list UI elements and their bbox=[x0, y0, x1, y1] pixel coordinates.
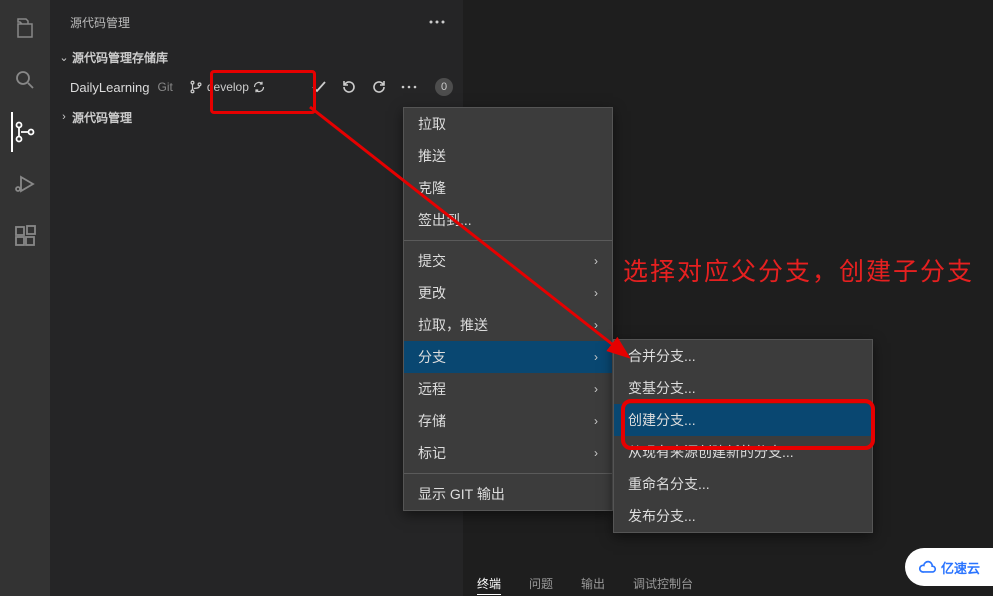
menu-tag[interactable]: 标记› bbox=[404, 437, 612, 469]
tab-output[interactable]: 输出 bbox=[581, 575, 605, 592]
extensions-icon[interactable] bbox=[11, 222, 39, 250]
submenu-create-from[interactable]: 从现有来源创建新的分支... bbox=[614, 436, 872, 468]
menu-separator bbox=[404, 240, 612, 241]
changes-count-badge: 0 bbox=[435, 78, 453, 96]
debug-icon[interactable] bbox=[11, 170, 39, 198]
chevron-down-icon: ⌄ bbox=[56, 51, 72, 64]
menu-checkout[interactable]: 签出到... bbox=[404, 204, 612, 236]
menu-commit[interactable]: 提交› bbox=[404, 245, 612, 277]
repo-name: DailyLearning bbox=[70, 80, 150, 95]
activity-bar bbox=[0, 0, 50, 596]
menu-push[interactable]: 推送 bbox=[404, 140, 612, 172]
menu-clone[interactable]: 克隆 bbox=[404, 172, 612, 204]
branch-name: develop bbox=[207, 80, 249, 94]
source-control-icon[interactable] bbox=[11, 118, 39, 146]
submenu-create-branch[interactable]: 创建分支... bbox=[614, 404, 872, 436]
menu-changes[interactable]: 更改› bbox=[404, 277, 612, 309]
sidebar-header: 源代码管理 bbox=[50, 0, 463, 44]
menu-remote[interactable]: 远程› bbox=[404, 373, 612, 405]
submenu-publish[interactable]: 发布分支... bbox=[614, 500, 872, 532]
search-icon[interactable] bbox=[11, 66, 39, 94]
submenu-rebase[interactable]: 变基分支... bbox=[614, 372, 872, 404]
submenu-merge[interactable]: 合并分支... bbox=[614, 340, 872, 372]
branch-icon bbox=[189, 80, 203, 94]
sync-icon bbox=[253, 81, 265, 93]
branch-indicator[interactable]: develop bbox=[189, 80, 265, 94]
menu-gitoutput[interactable]: 显示 GIT 输出 bbox=[404, 478, 612, 510]
tab-problems[interactable]: 问题 bbox=[529, 575, 553, 592]
tab-debug[interactable]: 调试控制台 bbox=[633, 575, 693, 592]
repo-toolbar: 0 bbox=[311, 78, 453, 96]
tab-terminal[interactable]: 终端 bbox=[477, 575, 501, 592]
watermark-badge: 亿速云 bbox=[905, 548, 993, 586]
context-menu-branch: 合并分支... 变基分支... 创建分支... 从现有来源创建新的分支... 重… bbox=[613, 339, 873, 533]
panel-tabs: 终端 问题 输出 调试控制台 bbox=[463, 570, 693, 596]
menu-separator bbox=[404, 473, 612, 474]
refresh-icon[interactable] bbox=[371, 79, 387, 95]
chevron-right-icon: › bbox=[56, 111, 72, 123]
submenu-rename[interactable]: 重命名分支... bbox=[614, 468, 872, 500]
menu-pull[interactable]: 拉取 bbox=[404, 108, 612, 140]
sidebar-title: 源代码管理 bbox=[70, 14, 130, 31]
explorer-icon[interactable] bbox=[11, 14, 39, 42]
sidebar: 源代码管理 ⌄ 源代码管理存储库 DailyLearning Git devel… bbox=[50, 0, 463, 596]
menu-stash[interactable]: 存储› bbox=[404, 405, 612, 437]
menu-branch[interactable]: 分支› bbox=[404, 341, 612, 373]
annotation-text: 选择对应父分支，创建子分支 bbox=[623, 254, 974, 290]
watermark-text: 亿速云 bbox=[941, 558, 980, 577]
check-icon[interactable] bbox=[311, 79, 327, 95]
undo-icon[interactable] bbox=[341, 79, 357, 95]
section-label: 源代码管理 bbox=[72, 109, 132, 126]
section-repositories[interactable]: ⌄ 源代码管理存储库 bbox=[50, 44, 463, 70]
section-scm[interactable]: › 源代码管理 bbox=[50, 104, 463, 130]
repo-type: Git bbox=[158, 80, 173, 94]
context-menu-main: 拉取 推送 克隆 签出到... 提交› 更改› 拉取，推送› 分支› 远程› 存… bbox=[403, 107, 613, 511]
more-button[interactable] bbox=[423, 11, 451, 33]
menu-pullpush[interactable]: 拉取，推送› bbox=[404, 309, 612, 341]
cloud-icon bbox=[918, 560, 938, 574]
section-label: 源代码管理存储库 bbox=[72, 49, 168, 66]
repository-item[interactable]: DailyLearning Git develop 0 bbox=[50, 70, 463, 104]
more-actions-icon[interactable] bbox=[401, 85, 417, 89]
